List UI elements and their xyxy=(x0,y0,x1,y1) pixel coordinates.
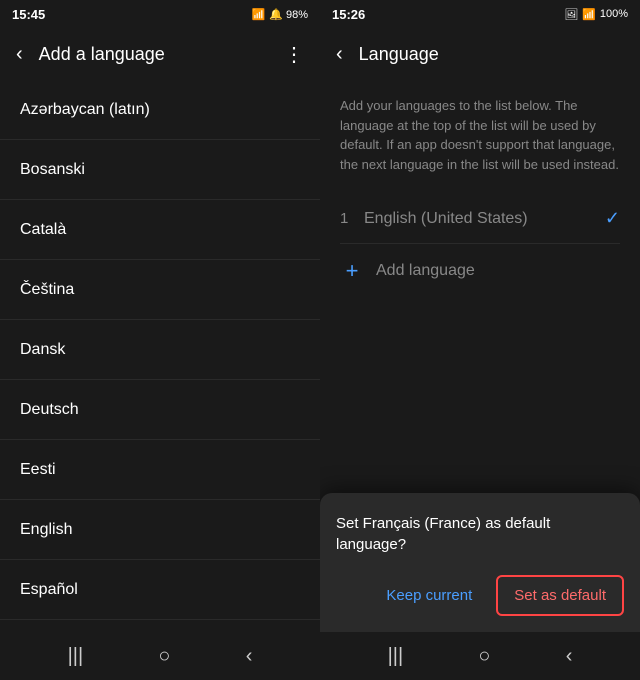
nav-bar-left: ||| ○ ‹ xyxy=(0,632,320,680)
plus-icon: + xyxy=(340,258,364,284)
page-title-left: Add a language xyxy=(39,44,268,65)
set-as-default-button[interactable]: Set as default xyxy=(496,575,624,616)
time-right: 15:26 xyxy=(332,7,365,22)
left-panel: 15:45 📶 🔔 98% ‹ Add a language ⋮ Azərbay… xyxy=(0,0,320,680)
language-name: Dansk xyxy=(20,341,65,359)
header-right: ‹ Language xyxy=(320,28,640,80)
entry-number: 1 xyxy=(340,210,364,227)
entry-language-name: English (United States) xyxy=(364,210,605,228)
check-icon: ✓ xyxy=(605,208,620,229)
add-language-label: Add language xyxy=(376,262,475,280)
list-item[interactable]: Čeština xyxy=(0,260,320,320)
language-name: Español xyxy=(20,581,78,599)
list-item[interactable]: Español xyxy=(0,560,320,620)
status-bar-right: 15:26 🖼 📶 100% xyxy=(320,0,640,28)
dialog-overlay: Set Français (France) as default languag… xyxy=(320,493,640,632)
list-item[interactable]: English xyxy=(0,500,320,560)
screenshot-icon: 🖼 xyxy=(564,8,578,21)
page-title-right: Language xyxy=(359,44,632,65)
language-name: Deutsch xyxy=(20,401,79,419)
list-item[interactable]: Azərbaycan (latın) xyxy=(0,80,320,140)
dialog-message: Set Français (France) as default languag… xyxy=(336,513,624,555)
right-panel: 15:26 🖼 📶 100% ‹ Language Add your langu… xyxy=(320,0,640,680)
language-name: Azərbaycan (latın) xyxy=(20,101,150,119)
keep-current-button[interactable]: Keep current xyxy=(370,575,488,616)
language-name: Català xyxy=(20,221,66,239)
list-item[interactable]: Bosanski xyxy=(0,140,320,200)
status-icons-left: 📶 🔔 98% xyxy=(252,8,308,21)
more-button-left[interactable]: ⋮ xyxy=(276,38,312,71)
home-icon-left[interactable]: ○ xyxy=(158,645,170,668)
battery-text-right: 100% xyxy=(600,8,628,20)
list-item[interactable]: Deutsch xyxy=(0,380,320,440)
back-nav-icon-right[interactable]: ‹ xyxy=(566,645,573,668)
signal-icon-right: 📶 xyxy=(582,8,596,21)
language-name: English xyxy=(20,521,72,539)
recent-apps-icon-right[interactable]: ||| xyxy=(388,645,404,668)
back-button-left[interactable]: ‹ xyxy=(8,39,31,70)
signal-icon: 📶 xyxy=(252,8,266,21)
list-item[interactable]: Eesti xyxy=(0,440,320,500)
time-left: 15:45 xyxy=(12,7,45,22)
battery-text-left: 🔔 98% xyxy=(269,8,308,21)
language-entry[interactable]: 1 English (United States) ✓ xyxy=(340,194,620,244)
header-left: ‹ Add a language ⋮ xyxy=(0,28,320,80)
dialog-buttons: Keep current Set as default xyxy=(336,575,624,616)
nav-bar-right: ||| ○ ‹ xyxy=(320,632,640,680)
description-text: Add your languages to the list below. Th… xyxy=(340,96,620,174)
list-item[interactable]: Català xyxy=(0,200,320,260)
language-list: Azərbaycan (latın) Bosanski Català Češti… xyxy=(0,80,320,632)
add-language-row[interactable]: + Add language xyxy=(340,244,620,298)
recent-apps-icon-left[interactable]: ||| xyxy=(68,645,84,668)
language-name: Čeština xyxy=(20,281,74,299)
list-item[interactable]: Euskara xyxy=(0,620,320,632)
list-item[interactable]: Dansk xyxy=(0,320,320,380)
status-icons-right: 🖼 📶 100% xyxy=(564,8,628,21)
language-name: Bosanski xyxy=(20,161,85,179)
status-bar-left: 15:45 📶 🔔 98% xyxy=(0,0,320,28)
language-name: Eesti xyxy=(20,461,56,479)
back-nav-icon-left[interactable]: ‹ xyxy=(246,645,253,668)
back-button-right[interactable]: ‹ xyxy=(328,39,351,70)
home-icon-right[interactable]: ○ xyxy=(478,645,490,668)
